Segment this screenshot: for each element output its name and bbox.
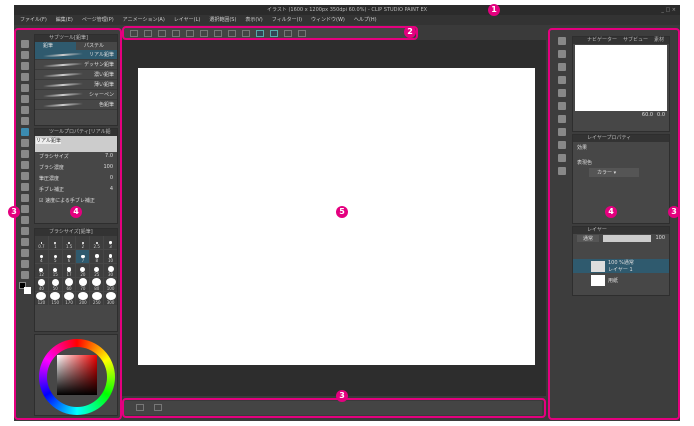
- menu-bar: ファイル(F) 編集(E) ページ管理(P) アニメーション(A) レイヤー(L…: [14, 15, 680, 25]
- title-bar: イラスト (1600 x 1200px 350dpi 60.0%) - CLIP…: [14, 5, 680, 15]
- annotation-number: 1: [488, 4, 500, 16]
- menu-page[interactable]: ページ管理(P): [82, 15, 114, 25]
- menu-file[interactable]: ファイル(F): [20, 15, 47, 25]
- annotation-number: 2: [404, 26, 416, 38]
- annotation-number: 5: [336, 206, 348, 218]
- menu-filter[interactable]: フィルター(I): [272, 15, 302, 25]
- annotation-box-command-bar: [122, 26, 418, 40]
- annotation-number: 4: [70, 206, 82, 218]
- menu-animation[interactable]: アニメーション(A): [123, 15, 165, 25]
- annotation-number: 3: [336, 390, 348, 402]
- menu-view[interactable]: 表示(V): [245, 15, 262, 25]
- annotation-number: 3: [8, 206, 20, 218]
- menu-layer[interactable]: レイヤー(L): [174, 15, 201, 25]
- annotation-number: 4: [605, 206, 617, 218]
- window-controls[interactable]: _ □ ×: [661, 5, 676, 15]
- menu-window[interactable]: ウィンドウ(W): [311, 15, 345, 25]
- annotation-box-bottom: [122, 398, 546, 418]
- menu-selection[interactable]: 選択範囲(S): [209, 15, 236, 25]
- menu-edit[interactable]: 編集(E): [56, 15, 73, 25]
- menu-help[interactable]: ヘルプ(H): [354, 15, 377, 25]
- annotation-number: 3: [668, 206, 680, 218]
- canvas[interactable]: [138, 68, 535, 365]
- annotation-box-right-dock: [548, 28, 680, 420]
- annotation-box-left-dock: [14, 28, 122, 420]
